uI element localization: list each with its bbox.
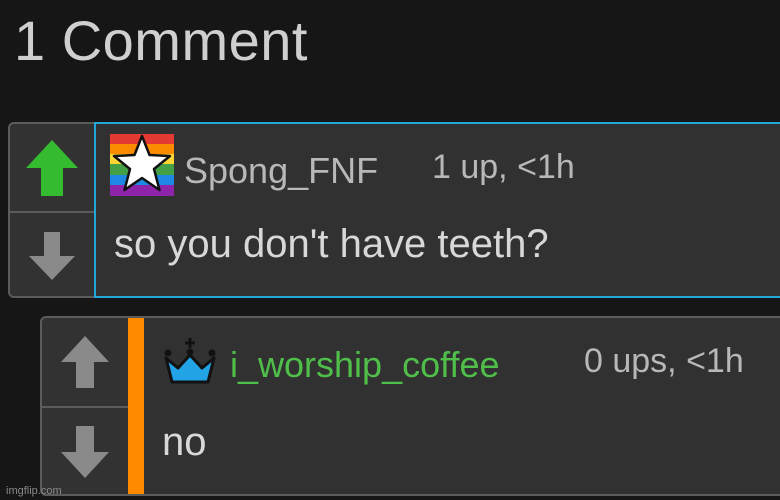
reply-card: i_worship_coffee 0 ups, <1h no (128, 316, 780, 496)
upvote-arrow-icon (26, 139, 78, 196)
reply-meta: 0 ups, <1h (584, 342, 744, 380)
vote-column (8, 122, 96, 298)
downvote-button[interactable] (42, 408, 128, 494)
vote-column (40, 316, 130, 496)
watermark: imgflip.com (6, 485, 62, 497)
comment-card: Spong_FNF 1 up, <1h so you don't have te… (94, 122, 780, 298)
upvote-button[interactable] (10, 124, 94, 213)
upvote-arrow-icon (61, 336, 109, 388)
reply-username[interactable]: i_worship_coffee (230, 344, 500, 386)
downvote-button[interactable] (10, 213, 94, 296)
reply-text: no (162, 420, 207, 464)
comment-meta: 1 up, <1h (432, 148, 575, 186)
comment-text: so you don't have teeth? (114, 222, 549, 266)
comment-username[interactable]: Spong_FNF (184, 150, 378, 192)
blue-crown-icon (164, 338, 216, 384)
downvote-arrow-icon (29, 231, 75, 280)
comments-heading: 1 Comment (14, 9, 308, 72)
upvote-button[interactable] (42, 318, 128, 408)
reply-accent-bar (128, 318, 144, 494)
downvote-arrow-icon (61, 426, 109, 478)
rainbow-star-flair-icon (110, 134, 174, 196)
